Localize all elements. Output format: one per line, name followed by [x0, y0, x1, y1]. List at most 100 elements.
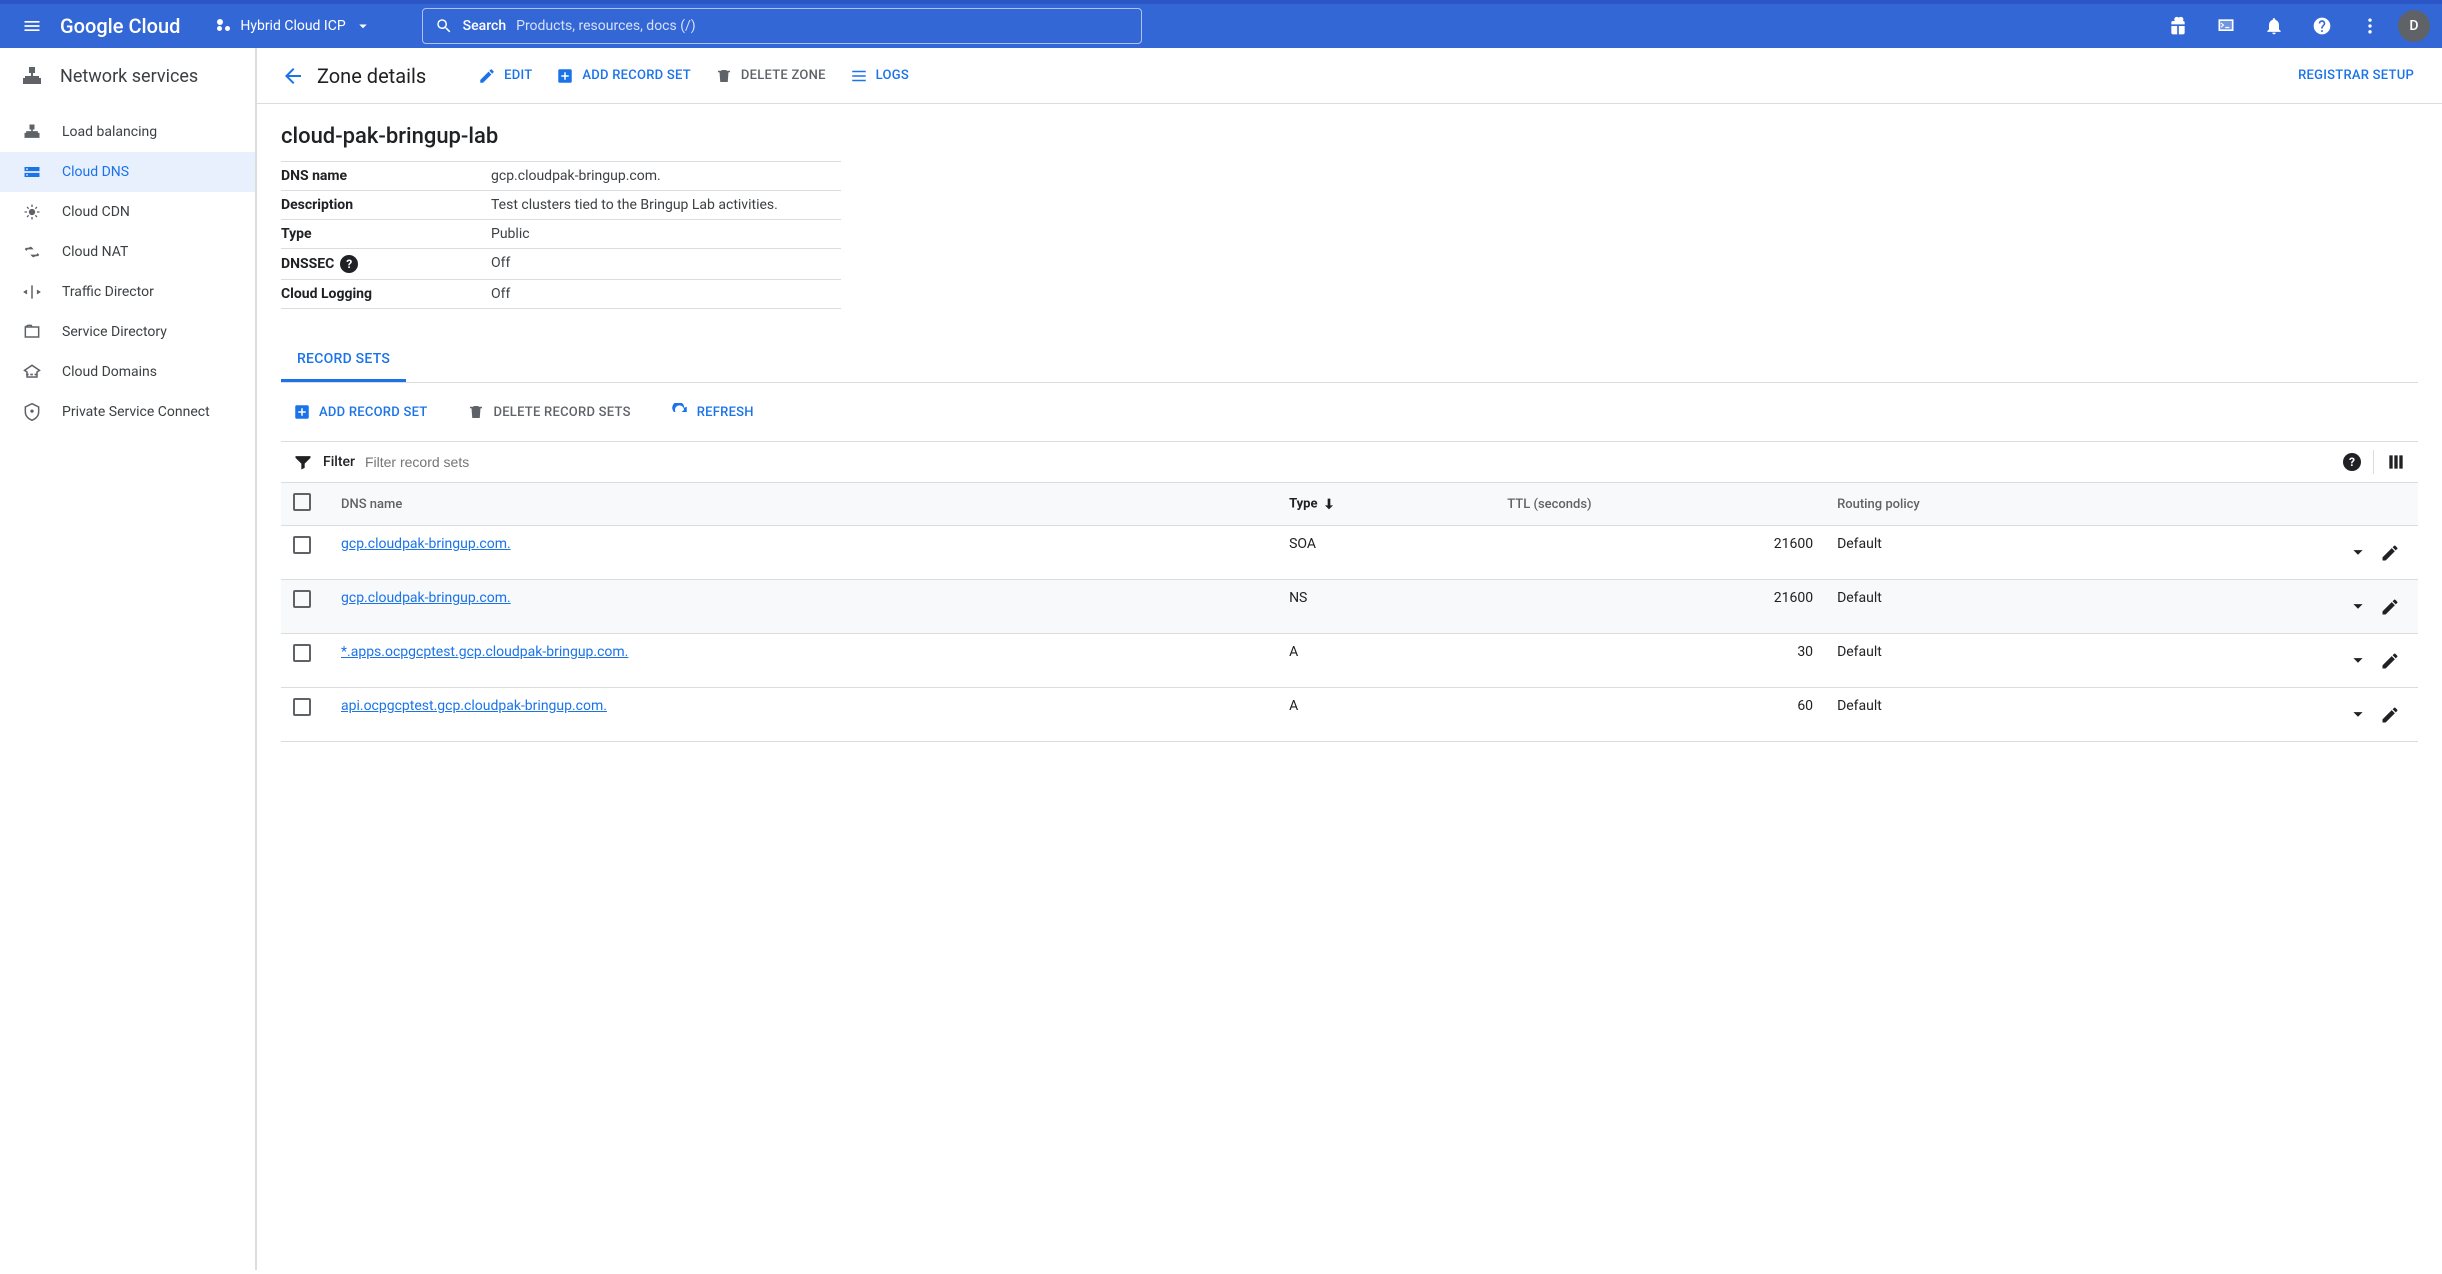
table-row: gcp.cloudpak-bringup.com.SOA21600Default	[281, 526, 2418, 580]
notifications-button[interactable]	[2254, 6, 2294, 46]
dns-name-link[interactable]: gcp.cloudpak-bringup.com.	[341, 590, 511, 606]
more-button[interactable]	[2350, 6, 2390, 46]
sidebar-item-label: Cloud Domains	[62, 364, 157, 380]
col-ttl[interactable]: TTL (seconds)	[1495, 483, 1825, 526]
chevron-down-icon	[2347, 703, 2369, 725]
row-checkbox[interactable]	[293, 590, 311, 608]
cloud-shell-button[interactable]	[2206, 6, 2246, 46]
filter-input[interactable]	[365, 454, 2333, 470]
columns-icon[interactable]	[2386, 452, 2406, 472]
sidebar-item-cloud-dns[interactable]: Cloud DNS	[0, 152, 255, 192]
avatar[interactable]: D	[2398, 10, 2430, 42]
pencil-icon	[478, 67, 496, 85]
sidebar-item-label: Private Service Connect	[62, 404, 210, 420]
sidebar-item-label: Cloud NAT	[62, 244, 128, 260]
help-button[interactable]	[2302, 6, 2342, 46]
cell-type: SOA	[1277, 526, 1495, 580]
search-box[interactable]: Search Products, resources, docs (/)	[422, 8, 1142, 44]
delete-record-sets-button[interactable]: DELETE RECORD SETS	[455, 395, 642, 429]
expand-row-button[interactable]	[2342, 536, 2374, 568]
cell-ttl: 21600	[1495, 526, 1825, 580]
cell-routing-policy: Default	[1825, 688, 2150, 742]
refresh-icon	[671, 403, 689, 421]
add-record-set-label-2: ADD RECORD SET	[319, 405, 427, 420]
help-icon[interactable]: ?	[340, 255, 358, 273]
delete-record-sets-label: DELETE RECORD SETS	[493, 405, 630, 420]
filter-icon	[293, 452, 313, 472]
sidebar-list: Load balancing Cloud DNS Cloud CDN Cloud NA…	[0, 104, 255, 440]
sidebar-item-label: Cloud CDN	[62, 204, 130, 220]
brand-label: Google Cloud	[60, 14, 180, 38]
avatar-initial: D	[2409, 18, 2418, 34]
add-record-set-button[interactable]: ADD RECORD SET	[544, 59, 702, 93]
logs-button[interactable]: LOGS	[838, 59, 921, 93]
row-checkbox[interactable]	[293, 644, 311, 662]
action-bar: Zone details EDIT ADD RECORD SET DELETE …	[257, 48, 2442, 104]
hamburger-icon	[22, 16, 42, 36]
cloud-domains-icon	[20, 362, 44, 382]
edit-row-button[interactable]	[2374, 699, 2406, 731]
dns-name-link[interactable]: *.apps.ocpgcptest.gcp.cloudpak-bringup.c…	[341, 644, 628, 660]
cell-type: A	[1277, 634, 1495, 688]
brand[interactable]: Google Cloud	[52, 14, 188, 38]
row-checkbox[interactable]	[293, 698, 311, 716]
filter-help-icon[interactable]: ?	[2343, 453, 2361, 471]
row-checkbox[interactable]	[293, 536, 311, 554]
sidebar-item-cloud-nat[interactable]: Cloud NAT	[0, 232, 255, 272]
sidebar-item-cloud-cdn[interactable]: Cloud CDN	[0, 192, 255, 232]
dns-name-link[interactable]: api.ocpgcptest.gcp.cloudpak-bringup.com.	[341, 698, 607, 714]
cloud-shell-icon	[2216, 16, 2236, 36]
meta-row-dns-name: DNS name gcp.cloudpak-bringup.com.	[281, 162, 841, 191]
registrar-setup-button[interactable]: REGISTRAR SETUP	[2286, 60, 2426, 91]
edit-button[interactable]: EDIT	[466, 59, 544, 93]
network-services-icon	[20, 64, 44, 88]
col-dns-name[interactable]: DNS name	[329, 483, 1277, 526]
pencil-icon	[2380, 543, 2400, 563]
sidebar-item-traffic-director[interactable]: Traffic Director	[0, 272, 255, 312]
meta-label: Cloud Logging	[281, 286, 491, 302]
col-type[interactable]: Type	[1277, 483, 1495, 526]
edit-row-button[interactable]	[2374, 645, 2406, 677]
edit-row-button[interactable]	[2374, 591, 2406, 623]
meta-row-dnssec: DNSSEC ? Off	[281, 249, 841, 280]
refresh-button[interactable]: REFRESH	[659, 395, 766, 429]
sidebar-item-load-balancing[interactable]: Load balancing	[0, 112, 255, 152]
meta-row-logging: Cloud Logging Off	[281, 280, 841, 309]
menu-button[interactable]	[12, 6, 52, 46]
expand-row-button[interactable]	[2342, 644, 2374, 676]
records-toolbar: ADD RECORD SET DELETE RECORD SETS REFRES…	[281, 383, 2418, 441]
chevron-down-icon	[2347, 595, 2369, 617]
delete-zone-button[interactable]: DELETE ZONE	[703, 59, 838, 93]
pencil-icon	[2380, 651, 2400, 671]
page-title: Zone details	[317, 64, 426, 88]
bell-icon	[2264, 16, 2284, 36]
pencil-icon	[2380, 705, 2400, 725]
expand-row-button[interactable]	[2342, 698, 2374, 730]
meta-value: Off	[491, 255, 510, 273]
add-record-set-button-2[interactable]: ADD RECORD SET	[281, 395, 439, 429]
sidebar-item-service-directory[interactable]: Service Directory	[0, 312, 255, 352]
sort-down-icon	[1321, 496, 1337, 512]
sidebar-header: Network services	[0, 48, 255, 104]
back-button[interactable]	[273, 56, 313, 96]
kebab-icon	[2360, 16, 2380, 36]
project-picker[interactable]: Hybrid Cloud ICP	[206, 11, 381, 41]
sidebar-item-private-service-connect[interactable]: Private Service Connect	[0, 392, 255, 432]
gift-button[interactable]	[2158, 6, 2198, 46]
select-all-checkbox[interactable]	[293, 493, 311, 511]
chevron-down-icon	[2347, 649, 2369, 671]
private-service-connect-icon	[20, 402, 44, 422]
dns-name-link[interactable]: gcp.cloudpak-bringup.com.	[341, 536, 511, 552]
sidebar-item-label: Load balancing	[62, 124, 157, 140]
traffic-director-icon	[20, 282, 44, 302]
edit-label: EDIT	[504, 68, 532, 83]
edit-row-button[interactable]	[2374, 537, 2406, 569]
tab-record-sets[interactable]: RECORD SETS	[281, 339, 406, 382]
chevron-down-icon	[2347, 541, 2369, 563]
meta-value: Test clusters tied to the Bringup Lab ac…	[491, 197, 778, 213]
col-routing-policy[interactable]: Routing policy	[1825, 483, 2150, 526]
expand-row-button[interactable]	[2342, 590, 2374, 622]
sidebar-item-cloud-domains[interactable]: Cloud Domains	[0, 352, 255, 392]
search-placeholder: Products, resources, docs (/)	[516, 18, 696, 34]
project-icon	[216, 18, 232, 34]
